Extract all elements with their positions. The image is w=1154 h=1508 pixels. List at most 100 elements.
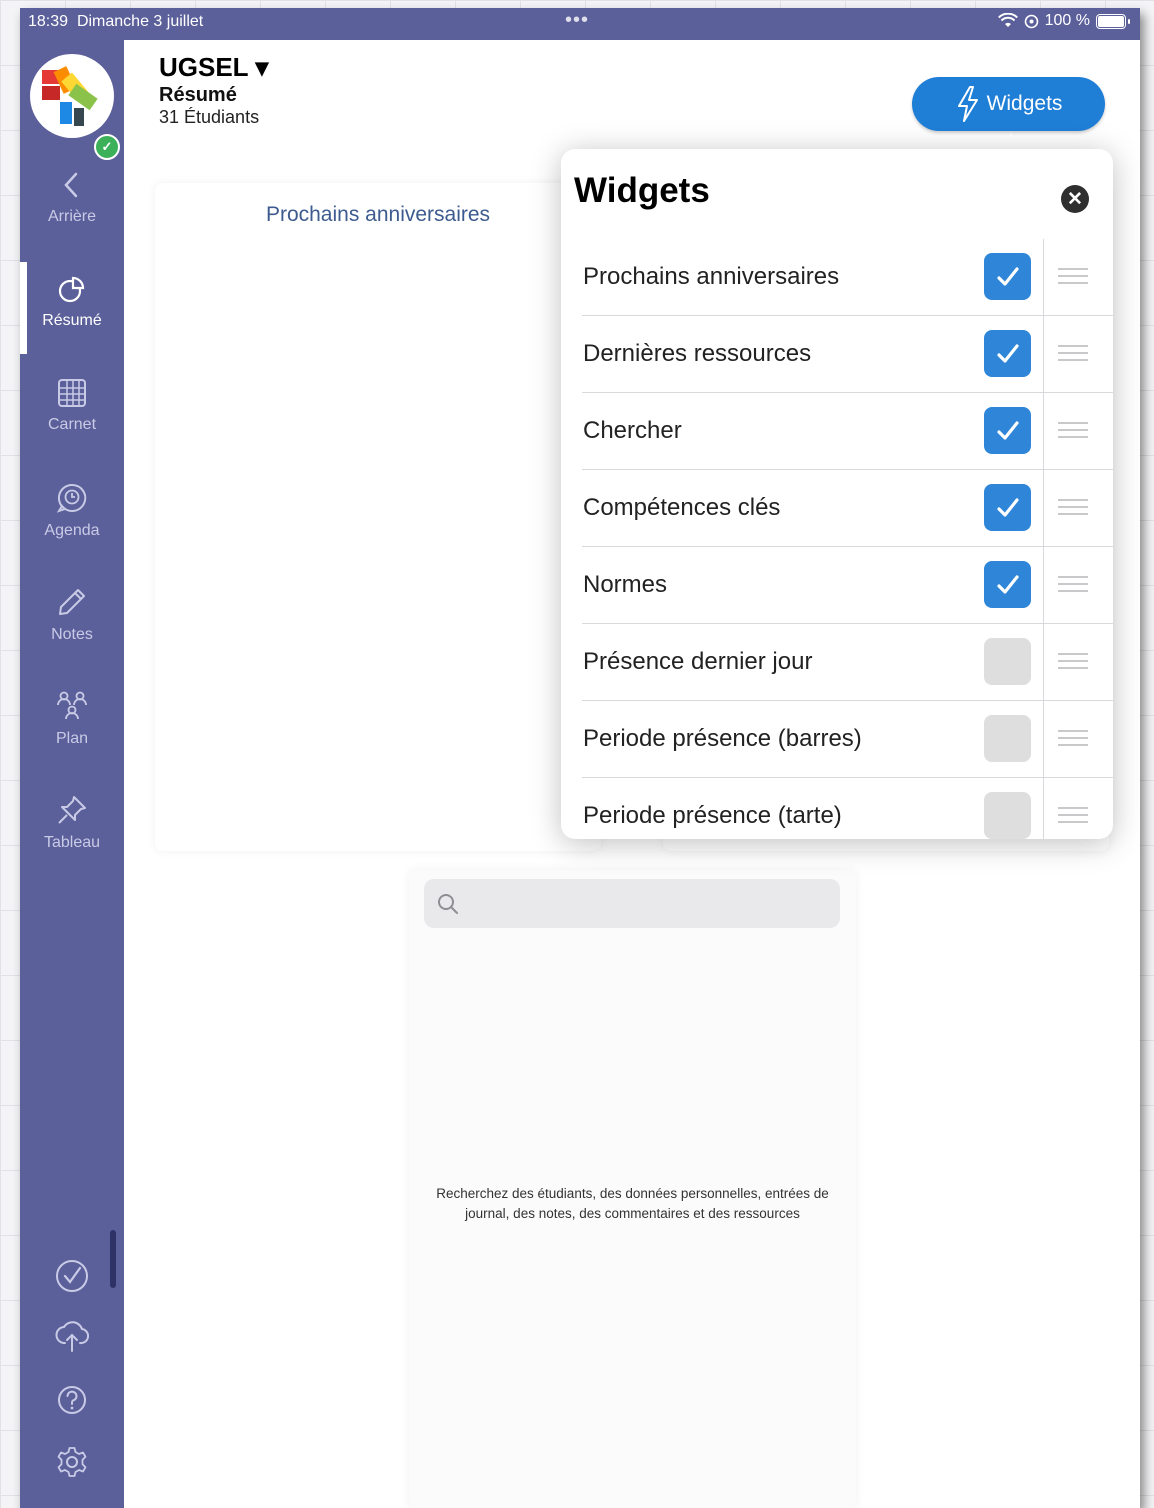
sidebar-item-board[interactable]: Tableau	[20, 794, 124, 886]
widget-row[interactable]: Periode présence (barres)	[582, 701, 1113, 778]
sidebar: ✓ Arrière Résumé Carnet Agenda Notes Pla…	[20, 40, 124, 1508]
checkmark-icon	[996, 420, 1019, 440]
sidebar-item-label: Carnet	[47, 416, 97, 433]
lightning-icon	[957, 86, 978, 122]
sync-ok-icon: ✓	[94, 134, 120, 160]
widget-row[interactable]: Chercher	[582, 393, 1113, 470]
checkmark-icon	[996, 343, 1019, 363]
search-input[interactable]	[424, 879, 840, 928]
widget-label: Prochains anniversaires	[583, 263, 840, 290]
battery-icon	[1096, 13, 1126, 29]
status-time-date: 18:39 Dimanche 3 juillet	[28, 13, 203, 31]
grid-icon	[58, 379, 86, 407]
drag-handle-icon[interactable]	[1058, 499, 1088, 520]
status-indicators: 100 %	[997, 12, 1130, 30]
chevron-left-icon	[64, 172, 78, 198]
sidebar-item-notebook[interactable]: Carnet	[20, 378, 124, 470]
divider	[1043, 701, 1044, 777]
widget-checkbox[interactable]	[984, 330, 1031, 377]
sidebar-item-summary[interactable]: Résumé	[20, 262, 124, 366]
divider	[1043, 470, 1044, 546]
widget-label: Dernières ressources	[583, 340, 812, 367]
pin-icon	[58, 796, 86, 824]
sidebar-item-back[interactable]: Arrière	[20, 170, 124, 262]
sidebar-item-agenda[interactable]: Agenda	[20, 482, 124, 574]
sidebar-scrollbar[interactable]	[110, 1230, 116, 1288]
divider	[1043, 778, 1044, 839]
widget-row[interactable]: Dernières ressources	[582, 316, 1113, 393]
birthdays-widget: Prochains anniversaires	[155, 183, 601, 851]
check-circle-icon[interactable]	[52, 1256, 92, 1296]
widget-checkbox[interactable]	[984, 792, 1031, 839]
divider	[1043, 393, 1044, 469]
sidebar-item-label: Agenda	[44, 522, 100, 539]
birthdays-widget-title: Prochains anniversaires	[265, 203, 491, 226]
ipad-screen: 18:39 Dimanche 3 juillet ••• 100 % ✓ Arr…	[20, 8, 1140, 1508]
widget-row[interactable]: Compétences clés	[582, 470, 1113, 547]
orientation-lock-icon	[1024, 14, 1038, 28]
app-logo[interactable]	[30, 54, 114, 138]
clock-bubble-icon	[56, 483, 87, 513]
widget-checkbox[interactable]	[984, 561, 1031, 608]
widget-checkbox[interactable]	[984, 484, 1031, 531]
search-icon	[438, 894, 458, 914]
sidebar-item-label: Résumé	[42, 312, 102, 329]
drag-handle-icon[interactable]	[1058, 422, 1088, 443]
divider	[1043, 624, 1044, 700]
widgets-button-label: Widgets	[986, 92, 1063, 115]
sidebar-item-notes[interactable]: Notes	[20, 586, 124, 678]
widget-checkbox[interactable]	[984, 715, 1031, 762]
divider	[1043, 547, 1044, 623]
widget-checkbox[interactable]	[984, 407, 1031, 454]
widget-label: Chercher	[583, 417, 682, 444]
wifi-icon	[997, 13, 1018, 27]
widget-label: Compétences clés	[583, 494, 781, 521]
pencil-icon	[59, 589, 85, 615]
widget-label: Periode présence (barres)	[583, 725, 862, 752]
checkmark-icon	[996, 497, 1019, 517]
drag-handle-icon[interactable]	[1058, 730, 1088, 751]
help-icon[interactable]	[52, 1380, 92, 1420]
multitasking-dots-icon[interactable]: •••	[565, 9, 589, 32]
status-date: Dimanche 3 juillet	[76, 13, 204, 30]
drag-handle-icon[interactable]	[1058, 807, 1088, 828]
popover-title: Widgets	[574, 171, 710, 210]
widget-checkbox[interactable]	[984, 253, 1031, 300]
search-help-text: Recherchez des étudiants, des données pe…	[436, 1186, 829, 1221]
search-widget: Recherchez des étudiants, des données pe…	[409, 870, 856, 1508]
battery-percent: 100 %	[1044, 12, 1090, 29]
cloud-upload-icon[interactable]	[52, 1316, 92, 1356]
widgets-button[interactable]: Widgets	[912, 77, 1105, 131]
status-bar: 18:39 Dimanche 3 juillet ••• 100 %	[20, 8, 1140, 40]
sidebar-item-plan[interactable]: Plan	[20, 690, 124, 782]
checkmark-icon	[996, 266, 1019, 286]
close-icon[interactable]: ✕	[1061, 185, 1089, 213]
widget-row[interactable]: Normes	[582, 547, 1113, 624]
sidebar-item-label: Tableau	[43, 834, 101, 851]
widget-row[interactable]: Présence dernier jour	[582, 624, 1113, 701]
widget-label: Periode présence (tarte)	[583, 802, 842, 829]
drag-handle-icon[interactable]	[1058, 576, 1088, 597]
widget-label: Normes	[583, 571, 668, 598]
settings-icon[interactable]	[52, 1442, 92, 1482]
widget-row[interactable]: Periode présence (tarte)	[582, 778, 1113, 839]
drag-handle-icon[interactable]	[1058, 268, 1088, 289]
class-selector[interactable]: UGSEL ▾	[159, 52, 268, 83]
checkmark-icon	[996, 574, 1019, 594]
sidebar-item-label: Notes	[51, 626, 93, 643]
drag-handle-icon[interactable]	[1058, 345, 1088, 366]
widget-label: Présence dernier jour	[583, 648, 813, 675]
page-title: Résumé	[159, 84, 237, 106]
widget-checkbox[interactable]	[984, 638, 1031, 685]
status-time: 18:39	[28, 13, 69, 30]
widget-list: Prochains anniversaires Dernières ressour…	[582, 239, 1113, 839]
drag-handle-icon[interactable]	[1058, 653, 1088, 674]
popover-arrow	[995, 133, 1027, 150]
student-count: 31 Étudiants	[159, 107, 260, 127]
people-icon	[57, 691, 87, 720]
divider	[1043, 239, 1044, 315]
sidebar-item-label: Plan	[55, 730, 89, 747]
widgets-popover: Widgets ✕ Prochains anniversaires Dernièr…	[561, 149, 1113, 839]
pie-chart-icon	[58, 276, 85, 303]
widget-row[interactable]: Prochains anniversaires	[582, 239, 1113, 316]
